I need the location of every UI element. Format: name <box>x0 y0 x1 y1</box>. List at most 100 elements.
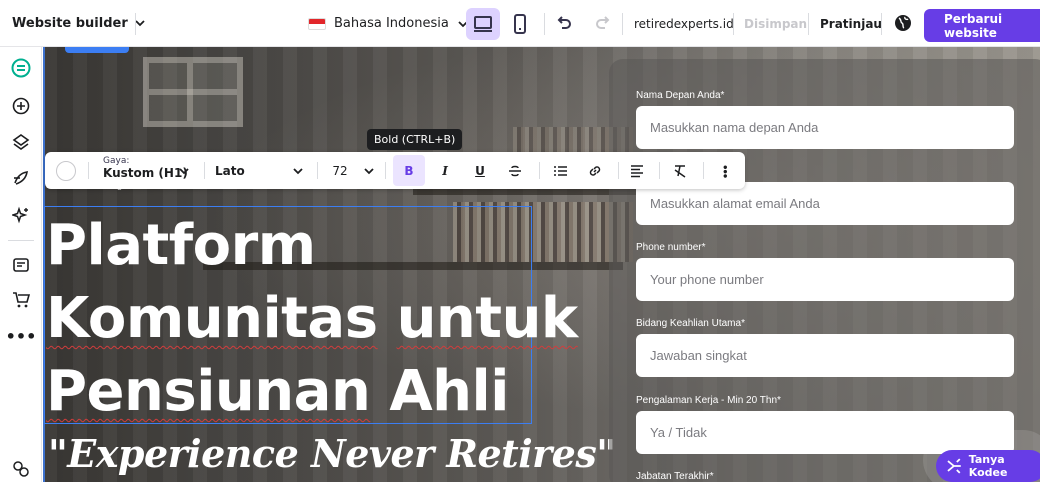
hero-line-1: Platform <box>46 213 316 278</box>
more-vertical-icon: ••• <box>718 163 730 178</box>
divider <box>317 162 318 179</box>
ask-kodee-label: Tanya Kodee <box>968 453 1008 479</box>
field-label: Pengalaman Kerja - Min 20 Thn* <box>636 395 781 406</box>
kodee-icon <box>947 458 961 474</box>
hero-tagline[interactable]: "Experience Never Retires" <box>48 431 616 476</box>
divider <box>204 162 205 179</box>
mobile-icon <box>514 14 526 34</box>
redo-icon <box>596 16 610 29</box>
divider <box>622 13 623 35</box>
globe-icon <box>895 15 911 31</box>
divider <box>385 162 386 179</box>
phone-field[interactable]: Your phone number <box>636 258 1014 301</box>
add-icon <box>12 97 30 115</box>
saved-status: Disimpan <box>744 16 808 31</box>
redo-button[interactable] <box>592 12 614 34</box>
chevron-down-icon[interactable] <box>176 152 192 189</box>
undo-button[interactable] <box>553 12 575 34</box>
link-button[interactable] <box>582 152 608 189</box>
divider <box>808 13 809 35</box>
font-family-dropdown[interactable]: Lato <box>215 152 325 189</box>
sections-icon <box>11 58 31 78</box>
field-label: Nama Depan Anda* <box>636 90 725 101</box>
hero-word: Ahli <box>389 359 509 424</box>
ask-kodee-button[interactable]: Tanya Kodee <box>936 450 1040 482</box>
hero-word: Pensiunan <box>46 359 371 424</box>
section-tag[interactable] <box>65 47 129 53</box>
divider <box>881 13 882 35</box>
bold-tooltip: Bold (CTRL+B) <box>367 129 463 150</box>
align-left-icon <box>631 164 643 177</box>
top-bar: Website builder Bahasa Indonesia retired… <box>0 0 1040 47</box>
domain-label[interactable]: retiredexperts.id <box>634 0 734 47</box>
preview-button[interactable]: Pratinjau <box>820 0 882 47</box>
divider <box>8 240 34 241</box>
support-icon <box>13 461 29 477</box>
font-family-value: Lato <box>215 163 245 178</box>
sidebar-item-more[interactable]: ••• <box>6 325 37 347</box>
language-selector[interactable]: Bahasa Indonesia <box>308 0 469 47</box>
strikethrough-icon <box>509 165 521 176</box>
more-icon: ••• <box>5 326 37 346</box>
expertise-field[interactable]: Jawaban singkat <box>636 334 1014 377</box>
font-size-value: 72 <box>332 163 348 178</box>
update-website-button[interactable]: Perbarui website <box>924 9 1040 42</box>
chevron-down-icon[interactable] <box>290 152 306 189</box>
divider <box>618 162 619 179</box>
sidebar-item-store[interactable] <box>10 289 32 311</box>
hero-word: untuk <box>396 286 579 351</box>
field-label: Phone number* <box>636 242 706 253</box>
bold-button[interactable]: B <box>393 155 425 186</box>
sidebar-item-ai-tools[interactable] <box>10 204 32 226</box>
clear-format-icon <box>674 164 686 178</box>
first-name-field[interactable]: Masukkan nama depan Anda <box>636 106 1014 149</box>
italic-button[interactable]: I <box>432 152 458 189</box>
background-window <box>143 57 243 127</box>
publish-settings-button[interactable] <box>892 12 914 34</box>
clear-format-button[interactable] <box>667 152 693 189</box>
link-icon <box>589 165 601 176</box>
underline-button[interactable]: U <box>467 152 493 189</box>
divider <box>659 162 660 179</box>
divider <box>544 13 545 35</box>
list-button[interactable] <box>548 152 574 189</box>
undo-icon <box>557 16 571 29</box>
brand-label: Website builder <box>12 15 128 31</box>
blog-icon <box>13 258 29 272</box>
sidebar-item-support[interactable] <box>10 458 32 480</box>
sidebar-item-sections[interactable] <box>10 57 32 79</box>
mobile-view-button[interactable] <box>503 8 537 40</box>
hero-word: Komunitas <box>46 286 378 351</box>
left-sidebar: ••• <box>0 47 42 482</box>
strikethrough-button[interactable] <box>502 152 528 189</box>
desktop-view-button[interactable] <box>466 8 500 40</box>
divider <box>539 162 540 179</box>
ai-tools-icon <box>12 206 28 224</box>
sidebar-item-blog[interactable] <box>10 254 32 276</box>
store-icon <box>13 292 30 308</box>
website-builder-menu[interactable]: Website builder <box>0 16 146 31</box>
chevron-down-icon[interactable] <box>361 152 377 189</box>
language-label: Bahasa Indonesia <box>334 16 449 31</box>
divider <box>135 13 136 35</box>
field-label: Bidang Keahlian Utama* <box>636 318 745 329</box>
text-color-picker[interactable] <box>56 161 76 181</box>
theme-icon <box>14 171 28 185</box>
divider <box>88 162 89 179</box>
experience-field[interactable]: Ya / Tidak <box>636 411 1014 454</box>
divider <box>733 13 734 35</box>
sidebar-item-theme[interactable] <box>10 167 32 189</box>
desktop-icon <box>474 16 492 32</box>
align-button[interactable] <box>624 152 650 189</box>
list-icon <box>554 165 567 176</box>
text-format-toolbar: Gaya: Kustom (H1) Lato 72 B I U ••• <box>45 152 745 189</box>
divider <box>703 162 704 179</box>
sidebar-item-add[interactable] <box>10 95 32 117</box>
sidebar-item-layers[interactable] <box>10 131 32 153</box>
layers-icon <box>12 134 30 150</box>
field-label: Jabatan Terakhir* <box>636 471 714 482</box>
more-options-button[interactable]: ••• <box>712 152 736 189</box>
font-size-dropdown[interactable]: 72 <box>327 152 353 189</box>
flag-icon <box>308 17 326 30</box>
hero-heading[interactable]: Platform Komunitas untuk Pensiunan Ahli <box>46 209 578 428</box>
